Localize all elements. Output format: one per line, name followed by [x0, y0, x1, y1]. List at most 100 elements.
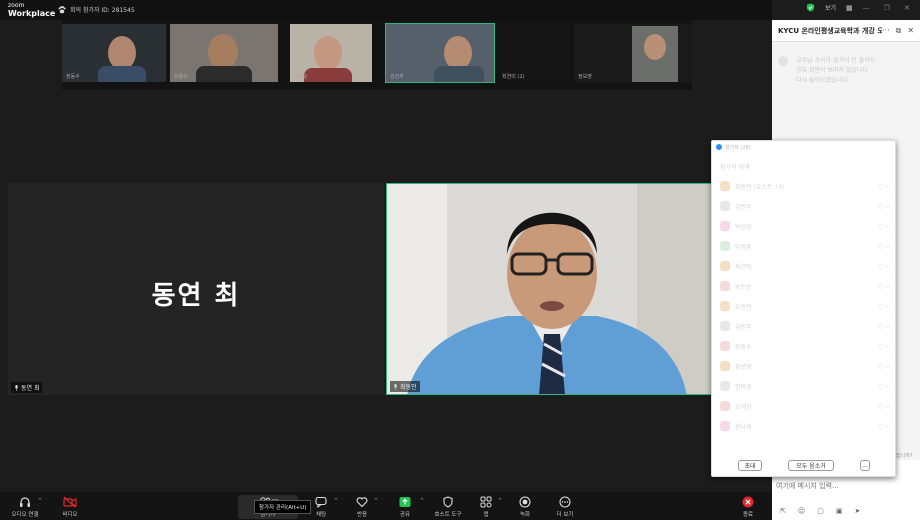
mic-icon: ▯ ▭: [879, 402, 890, 410]
participant-name: 최연미: [735, 263, 752, 271]
close-window-icon[interactable]: ✕: [904, 4, 910, 12]
file-icon[interactable]: ▢: [817, 507, 824, 515]
name-tag-text: 동연 최: [21, 385, 40, 392]
meeting-info[interactable]: 회의 참가자 ID: 281545: [58, 5, 135, 14]
mic-icon: ▯ ▭: [879, 202, 890, 210]
mic-muted-icon: [15, 384, 18, 391]
reactions-caret-icon[interactable]: ^: [374, 498, 378, 504]
gallery-tile-name: 정보영: [578, 74, 592, 80]
avatar: [778, 56, 788, 66]
participant-name: 김민수: [735, 203, 752, 211]
more-options-icon[interactable]: ···: [882, 26, 890, 36]
participants-popup: 참가자 (28) 참가자 검색 최동인 (호스트, 나) ▯ ▭ 김민수 ▯ ▭ 박…: [711, 140, 896, 477]
gallery-tile[interactable]: 유동민: [170, 24, 278, 82]
participant-row[interactable]: 한미경 ▯ ▭: [720, 381, 890, 391]
view-controls: 보기 ▦ — ❐ ✕: [806, 3, 910, 12]
mute-all-button[interactable]: 모두 음소거: [788, 460, 834, 471]
chat-messages: 교수님 소리가 끊겨서 안 들려요 공유 화면이 보이지 않습니다 다시 들어오…: [796, 56, 908, 86]
chat-message: 공유 화면이 보이지 않습니다: [796, 67, 868, 74]
participant-row[interactable]: 김민수 ▯ ▭: [720, 201, 890, 211]
reactions-button[interactable]: 반응: [338, 495, 386, 518]
pop-out-icon[interactable]: ⧉: [896, 26, 902, 36]
record-icon: [519, 496, 531, 508]
speaker-video: [387, 184, 715, 394]
window-controls: — ❐ ✕: [863, 4, 910, 12]
participant-row[interactable]: 박선영 ▯ ▭: [720, 221, 890, 231]
participant-name: 윤나래: [735, 423, 752, 431]
gallery-tile[interactable]: 정보영: [574, 24, 692, 82]
search-placeholder: 참가자 검색: [720, 163, 750, 171]
video-tile-speaker[interactable]: 최동인: [386, 183, 716, 395]
maximize-icon[interactable]: ❐: [884, 4, 890, 12]
chat-message-input[interactable]: [776, 482, 896, 490]
participant-row[interactable]: 최동인 (호스트, 나) ▯ ▭: [720, 181, 890, 191]
chat-header-icons: ··· ⧉ ✕: [882, 26, 914, 36]
video-tile-left[interactable]: 동연 최 동연 최: [8, 183, 384, 395]
chat-message: 교수님 소리가 끊겨서 안 들려요: [796, 57, 876, 64]
mic-icon: ▯ ▭: [879, 182, 890, 190]
participant-name: 최동인 (호스트, 나): [735, 183, 785, 191]
participant-name: 오세진: [735, 403, 752, 411]
gallery-tile-name: 장동수: [66, 74, 80, 80]
minimize-icon[interactable]: —: [863, 4, 870, 12]
participant-name: 장동수: [735, 343, 752, 351]
chat-icon: [315, 496, 327, 508]
more-icon: [559, 496, 571, 508]
grid-icon[interactable]: ▦: [846, 4, 853, 12]
gallery-tile[interactable]: 장동수: [62, 24, 166, 82]
gallery-tile-name: 최연미 (2): [502, 74, 525, 80]
mic-icon: ▯ ▭: [879, 362, 890, 370]
participant-row[interactable]: 유동민 ▯ ▭: [720, 301, 890, 311]
shield-icon[interactable]: [806, 3, 815, 12]
view-button[interactable]: 보기: [825, 3, 836, 12]
participants-tooltip: 참가자 관리(Alt+U): [254, 500, 312, 514]
title-bar: zoom Workplace 회의 참가자 ID: 281545: [0, 0, 772, 20]
shield-tools-icon: [443, 496, 453, 508]
end-call-icon: [742, 496, 754, 508]
gallery-tile[interactable]: 김진주: [385, 23, 495, 83]
apps-icon: [480, 496, 492, 508]
mic-icon: ▯ ▭: [879, 222, 890, 230]
more-button[interactable]: ...: [860, 460, 870, 471]
end-label: 종료: [742, 512, 754, 518]
chat-message: 다시 들어오겠습니다: [796, 77, 848, 84]
format-icon[interactable]: ⇱: [780, 507, 786, 515]
participant-row[interactable]: 최연미 ▯ ▭: [720, 261, 890, 271]
participant-row[interactable]: 윤나래 ▯ ▭: [720, 421, 890, 431]
participant-name: 한미경: [735, 383, 752, 391]
mic-icon: [394, 383, 397, 390]
more-label: 더 보기: [556, 512, 574, 518]
participant-display-name: 동연 최: [151, 281, 241, 311]
chat-truncated-text: 습니까?: [896, 453, 913, 459]
meeting-id-label: 회의 참가자 ID: 281545: [70, 7, 135, 14]
invite-button[interactable]: 초대: [738, 460, 762, 471]
participant-row[interactable]: 이정훈 ▯ ▭: [720, 241, 890, 251]
gallery-tile[interactable]: 최연미 (2): [498, 24, 570, 82]
send-icon[interactable]: ➤: [854, 507, 860, 515]
chat-toolbar: ⇱ ☺ ▢ ▣ ➤: [780, 507, 860, 515]
more-toolbar-button[interactable]: 더 보기: [541, 495, 589, 518]
gallery-tile[interactable]: 송인순: [290, 24, 372, 82]
mic-icon: ▯ ▭: [879, 382, 890, 390]
zoom-meeting-window: zoom Workplace 회의 참가자 ID: 281545 보기 ▦ — …: [0, 0, 920, 520]
zoom-logo: zoom Workplace: [8, 2, 55, 18]
gallery-tile-name: 김진주: [390, 74, 404, 80]
heart-icon: [356, 497, 368, 508]
end-button[interactable]: 종료: [724, 495, 772, 518]
participant-row[interactable]: 장동수 ▯ ▭: [720, 341, 890, 351]
participant-row[interactable]: 김진주 ▯ ▭: [720, 321, 890, 331]
close-chat-icon[interactable]: ✕: [907, 26, 914, 36]
mic-icon: ▯ ▭: [879, 342, 890, 350]
participant-row[interactable]: 송인순 ▯ ▭: [720, 281, 890, 291]
logo-line2: Workplace: [8, 9, 56, 18]
chat-header: KYCU 온라인평생교육학과 개강 오... ··· ⧉ ✕: [772, 20, 920, 42]
emoji-icon[interactable]: ☺: [798, 507, 805, 515]
mic-icon: ▯ ▭: [879, 422, 890, 430]
participant-row[interactable]: 오세진 ▯ ▭: [720, 401, 890, 411]
mic-icon: ▯ ▭: [879, 302, 890, 310]
screenshot-icon[interactable]: ▣: [836, 507, 843, 515]
participant-row[interactable]: 정보영 ▯ ▭: [720, 361, 890, 371]
mic-icon: ▯ ▭: [879, 242, 890, 250]
popup-header: 참가자 (28): [712, 141, 895, 153]
participant-search[interactable]: 참가자 검색: [720, 161, 890, 171]
